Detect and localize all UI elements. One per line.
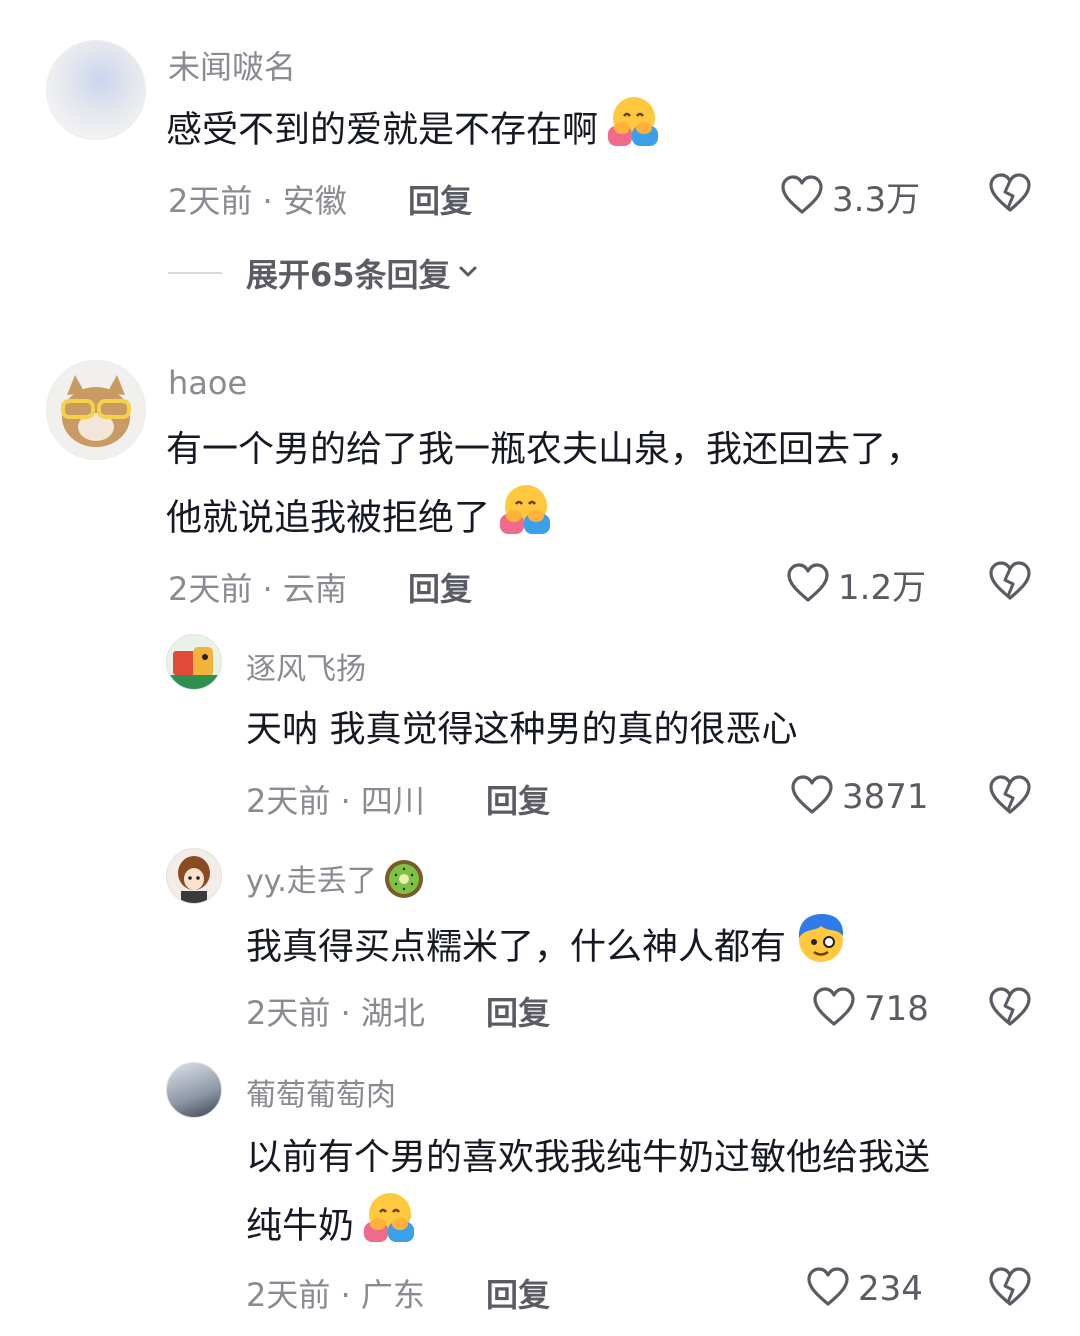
dislike-button[interactable] (988, 560, 1032, 606)
heart-outline-icon (786, 562, 830, 608)
like-button[interactable]: 234 (806, 1266, 923, 1312)
reply-username-text: yy.走丢了 (246, 864, 377, 899)
dislike-button[interactable] (988, 774, 1032, 820)
heart-outline-icon (812, 986, 856, 1032)
expand-divider (168, 272, 222, 274)
avatar[interactable] (46, 360, 146, 460)
expand-replies-button[interactable]: 展开65条回复 (168, 250, 479, 296)
reply-time-location: 2天前 · 湖北 (246, 994, 425, 1032)
reply-text-line: 以前有个男的喜欢我我纯牛奶过敏他给我送 (246, 1137, 931, 1178)
comment-text: 感受不到的爱就是不存在啊 (166, 94, 660, 169)
comment-text-content: 他就说追我被拒绝了 (166, 497, 491, 539)
like-button[interactable]: 3.3万 (780, 172, 920, 221)
comment-text-content: 感受不到的爱就是不存在啊 (166, 109, 599, 151)
hugging-face-emoji (496, 482, 552, 557)
like-count: 234 (858, 1269, 923, 1309)
reply-text: 天呐 我真觉得这种男的真的很恶心 (246, 709, 798, 750)
chevron-down-icon (457, 260, 479, 286)
like-count: 1.2万 (838, 568, 927, 608)
broken-heart-icon (989, 987, 1031, 1026)
like-button[interactable]: 3871 (790, 774, 929, 820)
kiwi-emoji (383, 858, 425, 908)
avatar[interactable] (46, 40, 146, 140)
reply-button[interactable]: 回复 (486, 1270, 550, 1316)
comment-text: 有一个男的给了我一瓶农夫山泉，我还回去了， 他就说追我被拒绝了 (166, 418, 922, 557)
reply-username[interactable]: 逐风飞扬 (246, 644, 366, 688)
reply-text-line: 纯牛奶 (246, 1190, 930, 1265)
comment-username[interactable]: 未闻啵名 (168, 42, 296, 88)
broken-heart-icon (989, 173, 1031, 212)
comment-text-line: 他就说追我被拒绝了 (166, 482, 922, 557)
like-count: 3871 (842, 777, 929, 817)
comment-time-location: 2天前 · 云南 (168, 570, 347, 608)
reply-button[interactable]: 回复 (486, 776, 550, 822)
heart-outline-icon (806, 1266, 850, 1312)
reply-text-content: 我真得买点糯米了，什么神人都有 (246, 926, 787, 968)
reply-username[interactable]: 葡萄葡萄肉 (246, 1070, 396, 1114)
dislike-button[interactable] (988, 1266, 1032, 1312)
comment-text-line: 有一个男的给了我一瓶农夫山泉，我还回去了， (166, 429, 923, 470)
dislike-button[interactable] (988, 986, 1032, 1032)
reply-time-location: 2天前 · 四川 (246, 782, 425, 820)
reply-button[interactable]: 回复 (486, 988, 550, 1034)
hugging-face-emoji (360, 1190, 416, 1265)
comment-time-location: 2天前 · 安徽 (168, 182, 347, 220)
like-count: 718 (864, 989, 929, 1029)
heart-outline-icon (790, 774, 834, 820)
reply-text-content: 纯牛奶 (246, 1205, 355, 1247)
reply-time-location: 2天前 · 广东 (246, 1276, 425, 1314)
heart-outline-icon (780, 174, 824, 220)
broken-heart-icon (989, 561, 1031, 600)
reply-button[interactable]: 回复 (408, 176, 472, 222)
reply-text: 我真得买点糯米了，什么神人都有 (246, 910, 850, 987)
face-emoji (792, 910, 850, 987)
hugging-face-emoji (604, 94, 660, 169)
avatar[interactable] (166, 1062, 222, 1118)
avatar[interactable] (166, 848, 222, 904)
dislike-button[interactable] (988, 172, 1032, 218)
like-button[interactable]: 1.2万 (786, 560, 926, 609)
like-count: 3.3万 (832, 180, 921, 220)
reply-username[interactable]: yy.走丢了 (246, 856, 425, 908)
comment-username[interactable]: haoe (168, 364, 247, 402)
like-button[interactable]: 718 (812, 986, 929, 1032)
reply-button[interactable]: 回复 (408, 564, 472, 610)
reply-text: 以前有个男的喜欢我我纯牛奶过敏他给我送 纯牛奶 (246, 1126, 930, 1265)
broken-heart-icon (989, 1267, 1031, 1306)
expand-replies-label: 展开65条回复 (246, 256, 451, 294)
avatar[interactable] (166, 634, 222, 690)
broken-heart-icon (989, 775, 1031, 814)
